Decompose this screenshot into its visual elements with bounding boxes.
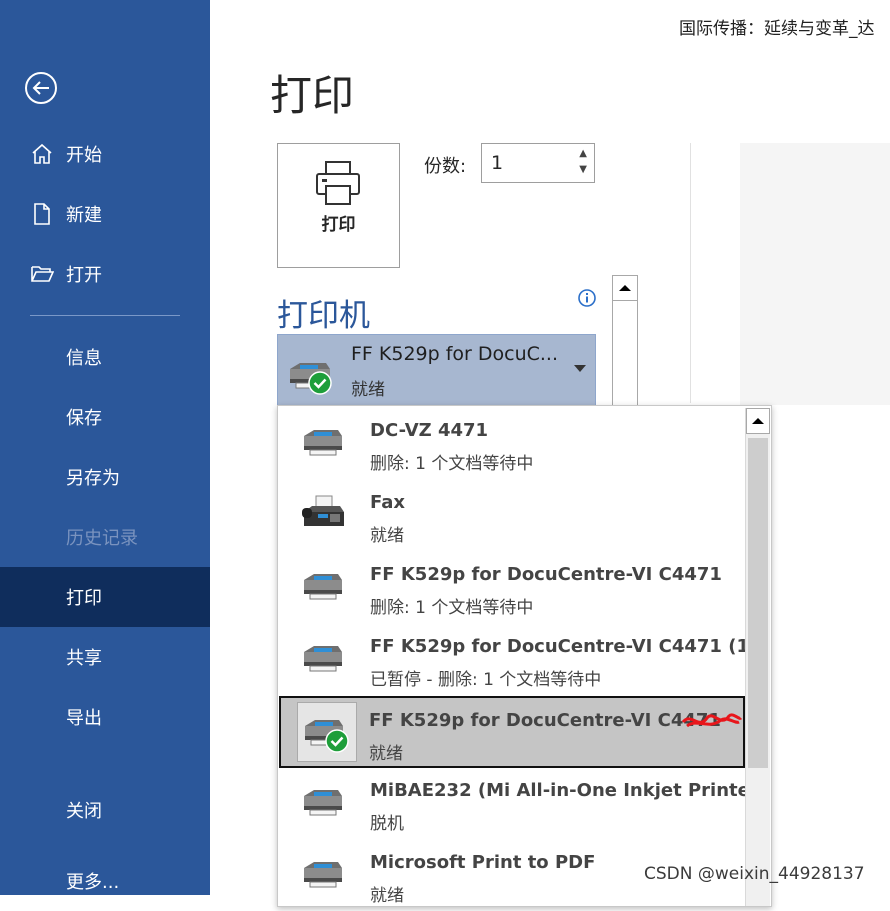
nav-label: 历史记录 — [66, 528, 138, 549]
spin-down-icon[interactable]: ▼ — [579, 164, 587, 175]
page-title: 打印 — [270, 71, 355, 120]
printer-icon — [316, 161, 360, 205]
printer-option-status: 删除: 1 个文档等待中 — [370, 454, 534, 474]
nav-close[interactable]: 关闭 — [0, 780, 210, 840]
nav-label: 开始 — [66, 145, 102, 166]
print-button[interactable]: 打印 — [277, 143, 400, 268]
printer-option-name: Microsoft Print to PDF — [370, 852, 596, 873]
nav-label: 打开 — [66, 265, 102, 286]
printer-option[interactable]: FF K529p for DocuCentre-VI C4471 (1) 已暂停… — [280, 622, 757, 694]
document-title: 国际传播：延续与变革_达 — [679, 19, 875, 39]
printer-option[interactable]: DC-VZ 4471 删除: 1 个文档等待中 — [280, 406, 743, 478]
fax-icon — [302, 495, 344, 526]
printer-icon — [304, 430, 342, 456]
nav-share[interactable]: 共享 — [0, 627, 210, 687]
printer-dropdown-list: DC-VZ 4471 删除: 1 个文档等待中 Fax 就绪 FF K529p … — [277, 405, 772, 907]
printer-option-name: FF K529p for DocuCentre-VI C4471 — [369, 710, 721, 731]
printer-option-status: 就绪 — [370, 886, 404, 906]
nav-info[interactable]: 信息 — [0, 327, 210, 387]
nav-label: 共享 — [66, 648, 102, 669]
printer-icon — [304, 790, 342, 816]
printer-option-name: MiBAE232 (Mi All-in-One Inkjet Printer) — [370, 780, 767, 801]
nav-export[interactable]: 导出 — [0, 687, 210, 747]
back-button[interactable] — [24, 71, 58, 105]
print-preview-area — [740, 143, 890, 405]
backstage-sidebar: 开始 新建 打开 信息 保存 另存为 历史记录 打印 共享 导出 关闭 更多..… — [0, 0, 210, 895]
scroll-up-button[interactable] — [746, 408, 770, 434]
nav-label: 打印 — [66, 588, 102, 609]
triangle-up-icon — [752, 418, 764, 424]
triangle-up-icon — [619, 285, 631, 291]
printer-option-name: DC-VZ 4471 — [370, 420, 489, 441]
printer-default-icon — [290, 363, 332, 395]
folder-open-icon — [31, 266, 54, 282]
printer-option-status: 脱机 — [370, 814, 404, 834]
watermark: CSDN @weixin_44928137 — [644, 864, 865, 884]
printer-icon — [304, 574, 342, 600]
nav-label: 信息 — [66, 348, 102, 369]
nav-divider — [30, 315, 180, 316]
nav-new[interactable]: 新建 — [0, 184, 210, 244]
nav-home[interactable]: 开始 — [0, 124, 210, 184]
printer-option-status: 就绪 — [370, 526, 404, 546]
nav-history: 历史记录 — [0, 507, 210, 567]
back-arrow-icon — [25, 72, 57, 104]
printer-option[interactable]: MiBAE232 (Mi All-in-One Inkjet Printer) … — [280, 766, 767, 838]
printer-option-status: 删除: 1 个文档等待中 — [370, 598, 534, 618]
nav-more[interactable]: 更多... — [0, 851, 210, 911]
printer-option-status: 已暂停 - 删除: 1 个文档等待中 — [370, 670, 602, 690]
redaction-scribble-icon — [681, 713, 743, 728]
scroll-up-button[interactable] — [613, 276, 637, 301]
printer-option-name: FF K529p for DocuCentre-VI C4471 (1) — [370, 636, 758, 657]
nav-label: 关闭 — [66, 801, 102, 822]
printer-default-icon — [305, 720, 349, 753]
nav-label: 另存为 — [66, 468, 120, 489]
printer-option-status: 就绪 — [369, 744, 403, 764]
printer-select[interactable]: FF K529p for DocuC... 就绪 — [277, 334, 596, 406]
copies-stepper[interactable]: 1 ▲ ▼ — [481, 143, 595, 183]
printer-option-name: Fax — [370, 492, 405, 513]
printer-option-name: FF K529p for DocuCentre-VI C4471 — [370, 564, 722, 585]
printer-option[interactable]: Fax 就绪 — [280, 478, 743, 550]
printer-icon — [304, 862, 342, 888]
nav-print[interactable]: 打印 — [0, 567, 210, 627]
dropdown-scrollbar[interactable] — [745, 408, 770, 906]
nav-save[interactable]: 保存 — [0, 387, 210, 447]
print-button-label: 打印 — [321, 215, 356, 235]
printer-icon — [304, 646, 342, 672]
copies-value[interactable]: 1 — [491, 152, 503, 174]
nav-label: 导出 — [66, 708, 102, 729]
nav-label: 更多... — [66, 872, 120, 893]
copies-label: 份数: — [424, 156, 467, 177]
nav-save-as[interactable]: 另存为 — [0, 447, 210, 507]
home-icon — [32, 143, 52, 164]
spin-up-icon[interactable]: ▲ — [579, 148, 587, 159]
settings-scrollbar[interactable] — [612, 275, 638, 412]
selected-printer-status: 就绪 — [351, 380, 385, 400]
chevron-down-icon — [574, 365, 586, 372]
printer-option-selected[interactable]: FF K529p for DocuCentre-VI C4471 就绪 — [279, 696, 745, 768]
panel-divider — [690, 143, 691, 403]
printer-heading: 打印机 — [277, 298, 370, 334]
selected-printer-name: FF K529p for DocuC... — [351, 343, 559, 365]
info-icon[interactable] — [578, 289, 596, 307]
new-document-icon — [34, 203, 50, 225]
nav-label: 新建 — [66, 205, 102, 226]
scroll-thumb[interactable] — [748, 438, 768, 768]
nav-open[interactable]: 打开 — [0, 244, 210, 304]
printer-option[interactable]: FF K529p for DocuCentre-VI C4471 删除: 1 个… — [280, 550, 743, 622]
nav-label: 保存 — [66, 408, 102, 429]
